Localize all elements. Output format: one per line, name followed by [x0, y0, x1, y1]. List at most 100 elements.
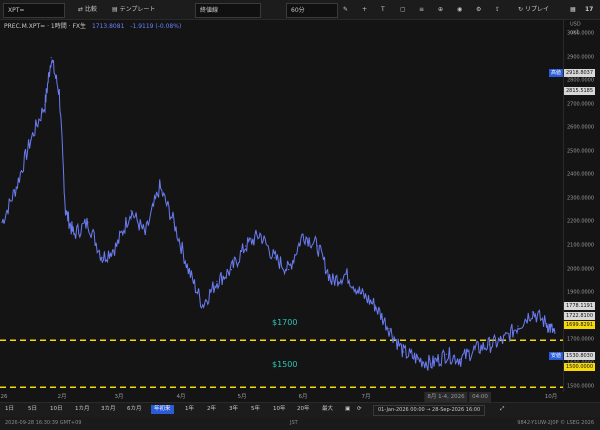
- price-point: [359, 292, 361, 294]
- period-5y[interactable]: 5年: [251, 405, 260, 414]
- yaxis-tick-label: 1700.0000: [567, 336, 595, 343]
- price-point: [503, 339, 505, 341]
- period-2y[interactable]: 2年: [207, 405, 216, 414]
- xaxis-label: 10月: [544, 394, 558, 400]
- compare-icon: ⇄: [78, 6, 85, 13]
- top-toolbar: XPT= ⇄ 比較 ▤ テンプレート 終値線 60分 ✎ + T ▢ ≡ ⊕ ◉…: [0, 0, 600, 20]
- price-point: [517, 325, 519, 327]
- yaxis-tick-label: 2400.0000: [567, 171, 595, 178]
- price-point: [431, 363, 433, 365]
- price-point: [187, 268, 189, 271]
- period-5d[interactable]: 5日: [28, 405, 37, 414]
- price-chart[interactable]: [0, 20, 563, 392]
- price-point: [44, 104, 46, 106]
- fib-icon[interactable]: ≡: [419, 3, 424, 16]
- price-point: [316, 245, 318, 247]
- xaxis-label: 4月: [176, 394, 186, 400]
- replay-button[interactable]: ↻ リプレイ: [518, 3, 549, 16]
- chart-type-select[interactable]: 終値線: [195, 3, 261, 18]
- price-point: [374, 304, 376, 306]
- shape-icon[interactable]: ▢: [400, 3, 406, 16]
- xaxis-label: 6月: [298, 394, 308, 400]
- price-point: [159, 186, 161, 188]
- refresh-icon[interactable]: ⟳: [357, 405, 362, 414]
- yaxis-tick-label: 2300.0000: [567, 195, 595, 202]
- yaxis-tick-label: 2900.0000: [567, 54, 595, 61]
- period-3y[interactable]: 3年: [229, 405, 238, 414]
- axis-price-badge: 1530.8030: [564, 352, 596, 360]
- period-ytd[interactable]: 年初来: [151, 405, 174, 414]
- axis-price-badge: 2815.5185: [564, 87, 596, 95]
- period-3m[interactable]: 3カ月: [101, 405, 116, 414]
- axis-price-badge: 2918.8037: [564, 69, 596, 77]
- axis-currency: USD: [570, 21, 581, 28]
- price-point: [15, 186, 17, 188]
- price-point: [460, 358, 462, 360]
- axis-flag-label: 高値: [549, 69, 564, 77]
- price-point: [259, 233, 261, 235]
- period-6m[interactable]: 6カ月: [127, 405, 142, 414]
- period-1y[interactable]: 1年: [185, 405, 194, 414]
- replay-icon: ↻: [518, 6, 525, 13]
- status-timestamp: 2026-09-28 16:30:39 GMT+09: [5, 420, 82, 426]
- price-point: [50, 57, 52, 59]
- price-point: [302, 233, 304, 235]
- price-point: [58, 92, 60, 94]
- template-icon: ▤: [112, 6, 120, 13]
- yaxis-tick-label: 2200.0000: [567, 218, 595, 225]
- symbol-input[interactable]: XPT=: [3, 3, 65, 18]
- price-point: [144, 233, 146, 235]
- price-point: [531, 311, 533, 313]
- price-point: [101, 257, 103, 259]
- period-10d[interactable]: 10日: [50, 405, 63, 414]
- price-point: [173, 221, 175, 224]
- template-button[interactable]: ▤ テンプレート: [112, 3, 155, 16]
- price-point: [116, 245, 118, 247]
- yaxis-tick-label: 3000.0000: [567, 30, 595, 37]
- yaxis-tick-label: 1900.0000: [567, 289, 595, 296]
- price-point: [388, 327, 390, 330]
- hline-label-1500: $1500: [272, 360, 298, 369]
- price-point: [345, 273, 347, 275]
- price-point: [64, 210, 67, 212]
- price-point: [474, 349, 476, 351]
- period-10y[interactable]: 10年: [273, 405, 286, 414]
- price-point: [73, 233, 75, 235]
- price-point: [230, 268, 232, 271]
- period-max[interactable]: 最大: [322, 405, 333, 414]
- axis-flag-label: 安値: [549, 352, 564, 360]
- date-range-field[interactable]: 01-Jan-2026 00:00 → 28-Sep-2026 16:00: [373, 405, 486, 416]
- xaxis-label: 3月: [114, 394, 124, 400]
- interval-select[interactable]: 60分: [286, 3, 338, 18]
- zoom-icon[interactable]: ⊕: [438, 3, 443, 16]
- share-icon[interactable]: ⇪: [495, 3, 500, 16]
- price-point: [331, 280, 333, 282]
- compare-button[interactable]: ⇄ 比較: [78, 3, 97, 16]
- draw-icon[interactable]: ✎: [343, 3, 348, 16]
- yaxis-tick-label: 2500.0000: [567, 148, 595, 155]
- price-point: [546, 323, 548, 325]
- price-point: [216, 280, 218, 282]
- axis-price-badge: 1778.1191: [564, 302, 596, 310]
- layout-icon[interactable]: ▦: [570, 3, 576, 16]
- period-1m[interactable]: 1カ月: [75, 405, 90, 414]
- period-1d[interactable]: 1日: [5, 405, 14, 414]
- crosshair-icon[interactable]: +: [362, 3, 367, 16]
- yaxis-tick-label: 2000.0000: [567, 266, 595, 273]
- axis-price-badge: 1722.8100: [564, 312, 596, 320]
- yaxis-tick-label: 2800.0000: [567, 77, 595, 84]
- price-point: [273, 257, 275, 259]
- status-timezone: JST: [290, 420, 298, 426]
- text-icon[interactable]: T: [381, 3, 385, 16]
- calendar-icon[interactable]: ▣: [345, 405, 350, 414]
- expand-icon[interactable]: ⤢: [500, 405, 504, 414]
- period-20y[interactable]: 20年: [297, 405, 310, 414]
- price-point: [288, 268, 290, 271]
- price-point: [402, 351, 404, 353]
- price-point: [417, 358, 419, 360]
- xaxis-cursor-time: 04:00: [469, 392, 491, 402]
- xaxis-label: 7月: [361, 394, 371, 400]
- camera-icon[interactable]: ◉: [457, 3, 462, 16]
- settings-icon[interactable]: ⚙: [476, 3, 481, 16]
- xaxis-label: 5月: [237, 394, 247, 400]
